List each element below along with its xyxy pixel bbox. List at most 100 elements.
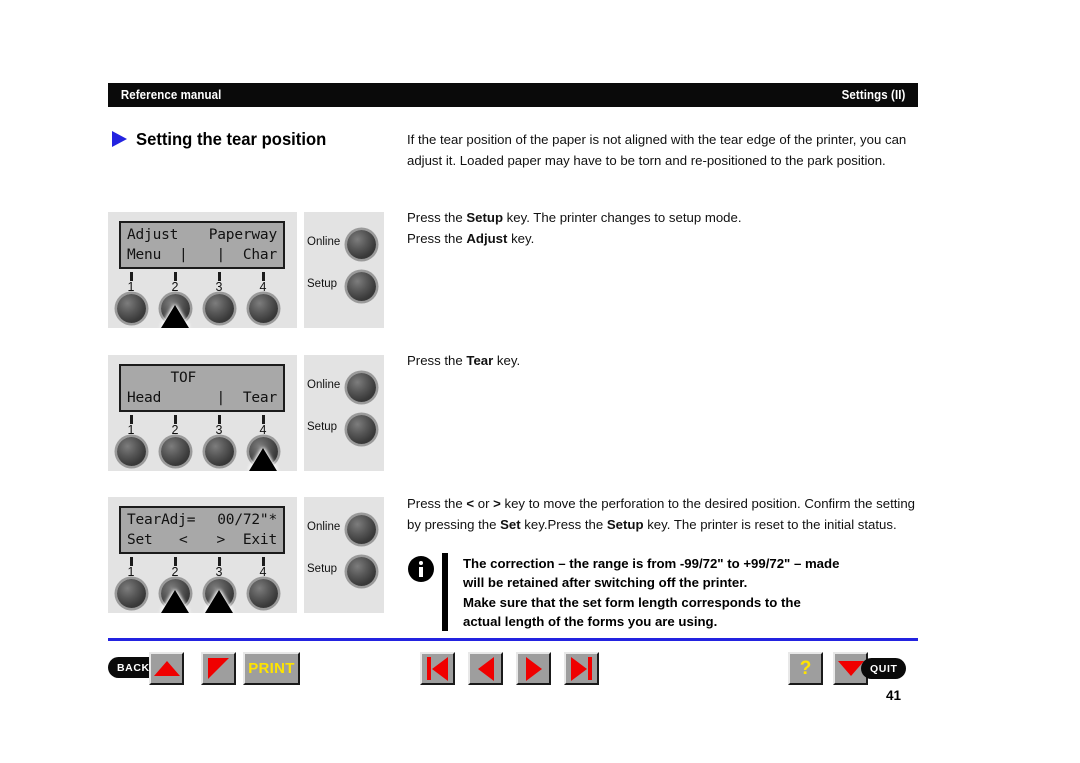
page-title: Setting the tear position — [136, 128, 327, 149]
first-page-icon — [427, 656, 448, 681]
next-page-icon — [525, 656, 542, 681]
key-number: 2 — [171, 565, 179, 579]
header-right-label: Settings (II) — [841, 88, 906, 102]
function-key-1[interactable] — [117, 437, 146, 466]
control-panel-side: Online Setup — [304, 212, 384, 328]
control-panel-side: Online Setup — [304, 497, 384, 613]
control-panel-side: Online Setup — [304, 355, 384, 471]
key-number: 4 — [259, 280, 267, 294]
lcd-cell: Adjust — [127, 226, 179, 243]
tear-step-paragraph: Press the Tear key. — [407, 353, 521, 368]
triangle-down-icon — [837, 661, 864, 676]
arrow-right-icon — [112, 131, 127, 147]
press-indicator-icon — [161, 305, 189, 328]
note-line-4: actual length of the forms you are using… — [463, 613, 718, 629]
quit-button[interactable]: QUIT — [861, 658, 907, 679]
setup-label: Setup — [307, 278, 338, 290]
help-button[interactable]: ? — [788, 652, 823, 685]
online-label: Online — [307, 521, 341, 533]
note-vertical-rule — [442, 553, 448, 632]
scroll-up-button[interactable] — [149, 652, 184, 685]
control-panel-body: Adjust Paperway Menu | | Char 1 2 3 4 — [108, 212, 297, 328]
setup-button[interactable] — [347, 557, 376, 586]
lcd-display: TearAdj= 00/72"* Set < > Exit — [119, 506, 285, 554]
setup-button[interactable] — [347, 272, 376, 301]
lcd-cell: | — [178, 246, 188, 263]
first-page-button[interactable] — [420, 652, 455, 685]
online-label: Online — [307, 236, 341, 248]
lcd-cell: Char — [242, 246, 277, 263]
function-key-3[interactable] — [205, 294, 234, 323]
header-left-label: Reference manual — [120, 88, 222, 102]
intro-paragraph: If the tear position of the paper is not… — [407, 132, 907, 168]
key-number: 1 — [127, 423, 135, 437]
lcd-display: Adjust Paperway Menu | | Char — [119, 221, 285, 269]
lcd-cell: < — [178, 531, 188, 548]
previous-page-button[interactable] — [468, 652, 503, 685]
nav-divider — [108, 638, 918, 641]
move-step-paragraph: Press the < or > key to move the perfora… — [407, 496, 916, 532]
press-indicator-icon — [161, 590, 189, 613]
key-number: 4 — [259, 565, 267, 579]
lcd-display: TOF Head | Tear — [119, 364, 285, 412]
lcd-cell: Paperway — [208, 226, 277, 243]
lcd-cell: Set — [127, 531, 153, 548]
note-text: The correction – the range is from -99/7… — [463, 553, 839, 631]
lcd-row-2: Head | Tear — [121, 387, 283, 408]
online-button[interactable] — [347, 373, 376, 402]
key-number: 4 — [259, 423, 267, 437]
online-label: Online — [307, 379, 341, 391]
key-number: 1 — [127, 280, 135, 294]
triangle-up-icon — [153, 661, 180, 676]
control-panel-body: TOF Head | Tear 1 2 3 4 — [108, 355, 297, 471]
function-key-1[interactable] — [117, 294, 146, 323]
note-block: The correction – the range is from -99/7… — [408, 553, 923, 632]
lcd-cell: Menu — [127, 246, 162, 263]
lcd-cell: TearAdj= — [127, 511, 196, 528]
last-page-icon — [571, 656, 592, 681]
function-key-2[interactable] — [161, 437, 190, 466]
lcd-cell: | — [216, 389, 226, 406]
info-icon — [408, 556, 434, 582]
lcd-cell: 00/72"* — [217, 511, 277, 528]
triangle-corner-icon — [207, 657, 230, 680]
section-heading: Setting the tear position — [112, 126, 402, 152]
setup-label: Setup — [307, 563, 338, 575]
print-button[interactable]: PRINT — [243, 652, 300, 685]
function-key-1[interactable] — [117, 579, 146, 608]
control-panel-body: TearAdj= 00/72"* Set < > Exit 1 2 3 4 — [108, 497, 297, 613]
page-header-bar: Reference manual Settings (II) — [108, 83, 918, 107]
press-indicator-icon — [249, 448, 277, 471]
scroll-down-button[interactable] — [201, 652, 236, 685]
lcd-row-2: Set < > Exit — [121, 529, 283, 550]
lcd-row-1: Adjust Paperway — [121, 224, 283, 245]
online-button[interactable] — [347, 515, 376, 544]
lcd-cell: Tear — [242, 389, 277, 406]
function-key-3[interactable] — [205, 437, 234, 466]
key-number: 1 — [127, 565, 135, 579]
key-number: 2 — [171, 280, 179, 294]
key-number: 2 — [171, 423, 179, 437]
lcd-cell: TOF — [170, 369, 197, 386]
online-button[interactable] — [347, 230, 376, 259]
page-number: 41 — [886, 688, 902, 703]
setup-button[interactable] — [347, 415, 376, 444]
setup-label: Setup — [307, 421, 338, 433]
question-mark-icon: ? — [799, 658, 812, 679]
lcd-cell: Head — [127, 389, 162, 406]
setup-step-paragraph: Press the Setup key. The printer changes… — [407, 210, 742, 246]
lcd-row-1: TOF — [121, 367, 283, 388]
lcd-cell: Exit — [242, 531, 277, 548]
function-key-4[interactable] — [249, 579, 278, 608]
next-page-button[interactable] — [516, 652, 551, 685]
note-line-1: The correction – the range is from -99/7… — [463, 556, 840, 571]
function-key-4[interactable] — [249, 294, 278, 323]
press-indicator-icon — [205, 590, 233, 613]
lcd-row-1: TearAdj= 00/72"* — [121, 509, 283, 530]
lcd-cell: | — [216, 246, 226, 263]
note-line-3: Make sure that the set form length corre… — [463, 594, 801, 610]
print-label: PRINT — [248, 660, 295, 677]
lcd-row-2: Menu | | Char — [121, 244, 283, 265]
key-number: 3 — [215, 423, 223, 437]
last-page-button[interactable] — [564, 652, 599, 685]
